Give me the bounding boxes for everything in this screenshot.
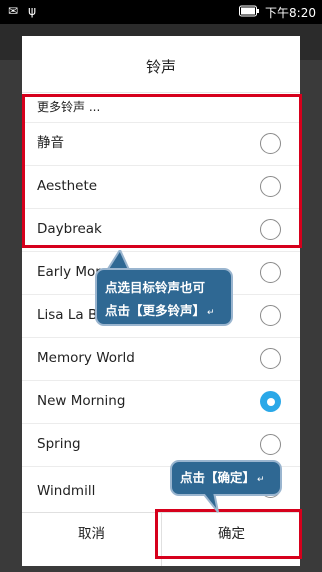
status-bar: ✉ ψ 下午8:20 <box>0 0 322 24</box>
notification-icon: ✉ <box>8 4 19 18</box>
ringtone-label: Spring <box>37 436 81 452</box>
ringtone-label: Aesthete <box>37 178 98 194</box>
divider <box>22 92 300 93</box>
ringtone-label: Daybreak <box>37 221 102 237</box>
ringtone-label: 静音 <box>37 135 64 151</box>
radio-button[interactable] <box>260 434 281 455</box>
return-icon: ↵ <box>257 475 265 485</box>
callout-text: 点击【更多铃声】 <box>105 303 206 318</box>
battery-icon <box>239 5 260 20</box>
ringtone-label: Windmill <box>37 483 96 499</box>
usb-icon: ψ <box>28 4 36 18</box>
radio-button-selected[interactable] <box>260 391 281 412</box>
callout-pointer <box>200 492 219 513</box>
ringtone-item-aesthete[interactable]: Aesthete <box>22 165 300 208</box>
ringtone-item-new-morning[interactable]: New Morning <box>22 380 300 423</box>
ringtone-item-silent[interactable]: 静音 <box>22 122 300 165</box>
radio-button[interactable] <box>260 305 281 326</box>
callout-text: 点选目标铃声也可 <box>105 280 206 295</box>
radio-button[interactable] <box>260 133 281 154</box>
return-icon: ↵ <box>207 308 215 318</box>
dialog-title: 铃声 <box>145 58 176 76</box>
radio-button[interactable] <box>260 348 281 369</box>
ringtone-label: New Morning <box>37 393 126 409</box>
radio-button[interactable] <box>260 219 281 240</box>
ringtone-item-memory-world[interactable]: Memory World <box>22 337 300 380</box>
callout-text: 点击【确定】 <box>180 470 256 485</box>
more-ringtones-item[interactable]: 更多铃声 ... <box>37 98 100 115</box>
radio-button[interactable] <box>260 176 281 197</box>
callout-press-ok: 点击【确定】 ↵ <box>170 460 282 496</box>
callout-select-ringtone: 点选目标铃声也可 点击【更多铃声】 ↵ <box>95 268 233 326</box>
radio-button[interactable] <box>260 262 281 283</box>
ok-button[interactable]: 确定 <box>162 513 301 566</box>
ringtone-item-daybreak[interactable]: Daybreak <box>22 208 300 251</box>
cancel-button[interactable]: 取消 <box>22 513 161 566</box>
ringtone-label: Memory World <box>37 350 135 366</box>
status-time: 下午8:20 <box>265 6 316 20</box>
